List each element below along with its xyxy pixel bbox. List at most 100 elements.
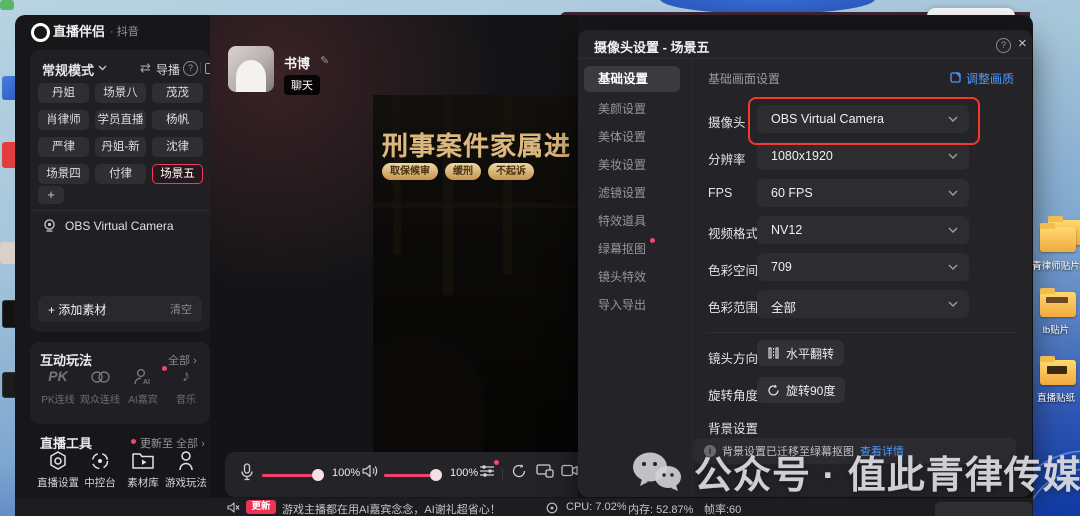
divider [706,332,1016,333]
overlay-title: 刑事案件家属进 [382,126,571,163]
scene-button[interactable]: 丹姐-新 [95,137,146,157]
tab-body[interactable]: 美体设置 [598,128,646,145]
field-label-orientation: 镜头方向 [708,352,759,366]
ai-guest-icon: AI [121,366,167,388]
add-material-label: 添加素材 [58,302,107,317]
update-to-label: 更新至 [140,438,173,450]
field-label-video-format: 视频格式 [708,227,759,241]
speaker-icon[interactable] [362,464,378,478]
swap-icon[interactable]: ⇄ [140,60,151,76]
app-subtitle: · 抖音 [110,26,139,38]
add-scene-button[interactable]: + [38,186,64,204]
interact-all-link[interactable]: 全部 › [168,352,197,368]
source-item-label: OBS Virtual Camera [65,218,174,233]
clear-button[interactable]: 清空 [170,301,192,317]
chevron-down-icon [948,227,958,233]
chat-bubbles-icon [78,368,122,388]
interact-item-music[interactable]: ♪ 音乐 [164,368,208,406]
preview-bg-detail [503,95,512,275]
scene-button[interactable]: 付律 [95,164,146,184]
field-label-camera: 摄像头 [708,116,746,130]
desktop-folder[interactable] [1040,288,1076,317]
field-label-resolution: 分辨率 [708,153,746,167]
announcement-ticker[interactable]: 游戏主播都在用AI嘉宾念念，AI谢礼超省心！ [282,501,501,516]
video-format-dropdown[interactable]: NV12 [757,216,969,244]
scene-button[interactable]: 肖律师 [38,110,89,130]
source-item-obs-camera[interactable]: OBS Virtual Camera [42,218,174,233]
color-range-dropdown[interactable]: 全部 [757,290,969,318]
tab-filter[interactable]: 滤镜设置 [598,184,646,201]
resolution-dropdown[interactable]: 1080x1920 [757,142,969,170]
folder-play-icon [121,450,165,472]
scene-button[interactable]: 严律 [38,137,89,157]
adjust-quality-link[interactable]: 调整画质 [966,70,1014,87]
speaker-volume-knob[interactable] [430,469,442,481]
preview-bg-detail [373,203,578,208]
interact-item-audience[interactable]: 观众连线 [78,368,122,406]
desktop-folder[interactable] [1040,223,1076,252]
desktop-folder[interactable] [1040,356,1076,385]
mute-speaker-icon[interactable] [227,502,240,513]
tool-material-library[interactable]: 素材库 [121,450,165,490]
tool-live-settings[interactable]: 直播设置 [36,450,80,490]
flip-horizontal-button[interactable]: 水平翻转 [757,340,845,366]
folder-label: 直播贴纸 [1036,393,1075,404]
chevron-down-icon [948,190,958,196]
tab-makeup[interactable]: 美妆设置 [598,156,646,173]
section-title: 基础画面设置 [708,72,781,86]
highlight-annotation-box [748,97,980,145]
notification-dot [494,460,499,465]
color-space-dropdown[interactable]: 709 [757,253,969,281]
audio-mixer-icon[interactable] [479,464,495,478]
help-icon[interactable]: ? [183,61,198,76]
add-material-bar[interactable]: + 添加素材 清空 [38,296,202,322]
interact-item-ai-guest[interactable]: AI AI嘉宾 [121,366,167,406]
folder-emblem [1047,366,1067,374]
scene-button[interactable]: 杨帆 [152,110,203,130]
camera-icon[interactable] [561,464,578,477]
update-dot [131,439,136,444]
fps-dropdown[interactable]: 60 FPS [757,179,969,207]
tool-control-center[interactable]: 中控台 [78,450,122,490]
field-label-color-space: 色彩空间 [708,264,759,278]
screen-share-icon[interactable] [536,464,554,478]
tool-game-play[interactable]: 游戏玩法 [164,450,208,490]
update-badge[interactable]: 更新 [246,500,276,514]
desktop-icon[interactable] [0,242,16,264]
divider [30,210,210,211]
tab-import-export[interactable]: 导入导出 [598,296,646,313]
video-preview[interactable]: 刑事案件家属进 取保候审 缓刑 不起诉 [373,95,578,460]
mode-selector[interactable]: 常规模式 [42,60,94,79]
tab-greenscreen[interactable]: 绿幕抠图 [598,240,646,257]
divider [578,58,1032,59]
scene-button-active[interactable]: 场景五 [152,164,203,184]
tools-all-link[interactable]: 全部 › [176,435,205,451]
close-icon[interactable]: × [1018,35,1027,52]
tab-props[interactable]: 特效道具 [598,212,646,229]
status-bar [15,498,1033,516]
category-tag[interactable]: 聊天 [284,75,320,95]
app-title: 直播伴侣 [53,24,106,39]
mic-volume-knob[interactable] [312,469,324,481]
scene-button[interactable]: 丹姐 [38,83,89,103]
scene-button[interactable]: 场景四 [38,164,89,184]
help-icon[interactable]: ? [996,38,1011,53]
rotate-90-button[interactable]: 旋转90度 [757,377,846,403]
interact-item-pk[interactable]: PK PK连线 [36,368,80,406]
notification-dot [650,238,655,243]
speaker-volume-slider[interactable] [384,474,436,477]
tab-lens-effects[interactable]: 镜头特效 [598,268,646,285]
microphone-icon[interactable] [240,463,254,481]
director-toggle[interactable]: 导播 [156,61,180,78]
scene-button[interactable]: 茂茂 [152,83,203,103]
scene-button[interactable]: 沈律 [152,137,203,157]
restart-icon[interactable] [511,463,527,479]
edit-name-icon[interactable]: ✎ [320,54,329,67]
tab-basic-settings[interactable]: 基础设置 [584,66,680,92]
tab-beauty[interactable]: 美颜设置 [598,100,646,117]
desktop-icon[interactable] [0,0,14,10]
scene-button[interactable]: 学员直播 [95,110,146,130]
rotate-icon [768,384,779,396]
watermark: 公众号 · 值此青律传媒 [630,444,1080,499]
scene-button[interactable]: 场景八 [95,83,146,103]
